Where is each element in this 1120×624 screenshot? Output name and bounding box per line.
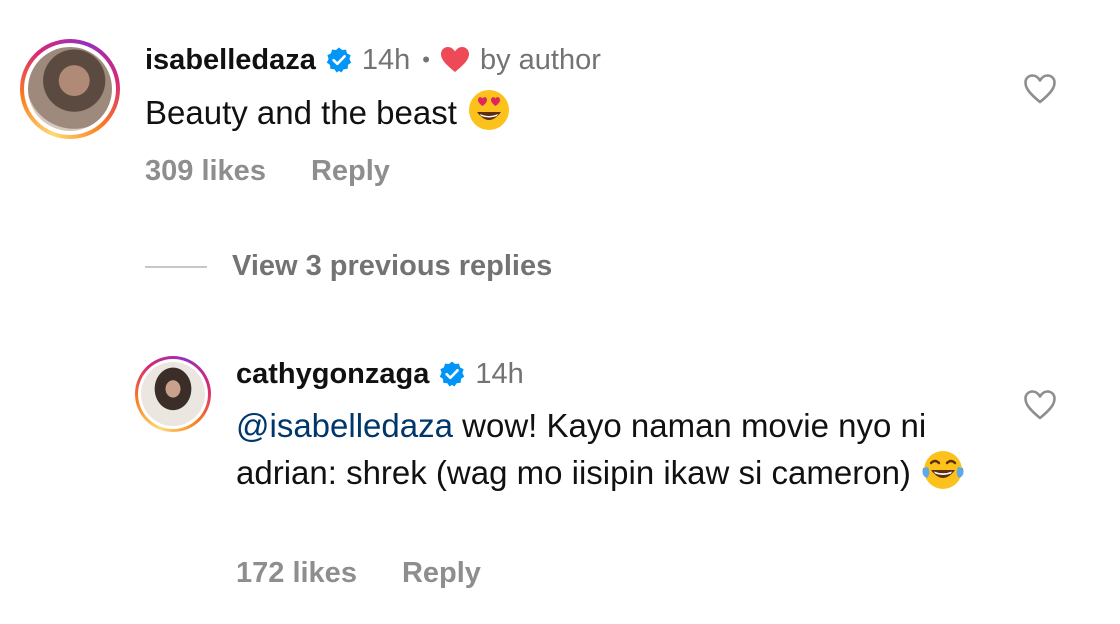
- comment-body: Beauty and the beast: [145, 94, 457, 131]
- by-author-label: by author: [479, 43, 601, 76]
- red-heart-icon: [440, 46, 470, 74]
- heart-outline-icon[interactable]: [1023, 73, 1057, 105]
- tears-of-joy-emoji: [921, 448, 965, 503]
- heart-eyes-emoji: [467, 88, 511, 143]
- comment-header: cathygonzaga 14h: [236, 354, 524, 394]
- avatar-photo: [28, 47, 112, 131]
- reply-button[interactable]: Reply: [311, 155, 390, 188]
- divider-line: [145, 265, 207, 268]
- comment-header: isabelledaza 14h • by author: [145, 40, 601, 80]
- comment-text: Beauty and the beast: [145, 88, 511, 143]
- avatar[interactable]: [20, 39, 120, 139]
- mention-link[interactable]: @isabelledaza: [236, 407, 453, 444]
- username[interactable]: cathygonzaga: [236, 358, 429, 391]
- comment-meta: 309 likes Reply: [145, 155, 390, 188]
- username[interactable]: isabelledaza: [145, 44, 316, 77]
- separator-dot: •: [422, 47, 430, 72]
- likes-count[interactable]: 172 likes: [236, 557, 357, 590]
- timestamp: 14h: [475, 357, 524, 390]
- timestamp: 14h: [361, 43, 411, 76]
- view-replies-label[interactable]: View 3 previous replies: [232, 250, 552, 283]
- verified-badge-icon: [438, 360, 466, 388]
- likes-count[interactable]: 309 likes: [145, 155, 266, 188]
- heart-outline-icon[interactable]: [1023, 389, 1057, 421]
- comment-cathygonzaga: cathygonzaga 14h @isabelledaza wow! Kayo…: [0, 345, 1120, 615]
- verified-badge-icon: [325, 46, 353, 74]
- reply-button[interactable]: Reply: [402, 557, 481, 590]
- comment-isabelledaza: isabelledaza 14h • by author Beauty and …: [0, 0, 1120, 220]
- comment-meta: 172 likes Reply: [236, 557, 481, 590]
- avatar-photo: [141, 362, 205, 426]
- view-previous-replies[interactable]: View 3 previous replies: [145, 250, 552, 283]
- avatar[interactable]: [135, 356, 211, 432]
- comment-text: @isabelledaza wow! Kayo naman movie nyo …: [236, 403, 996, 503]
